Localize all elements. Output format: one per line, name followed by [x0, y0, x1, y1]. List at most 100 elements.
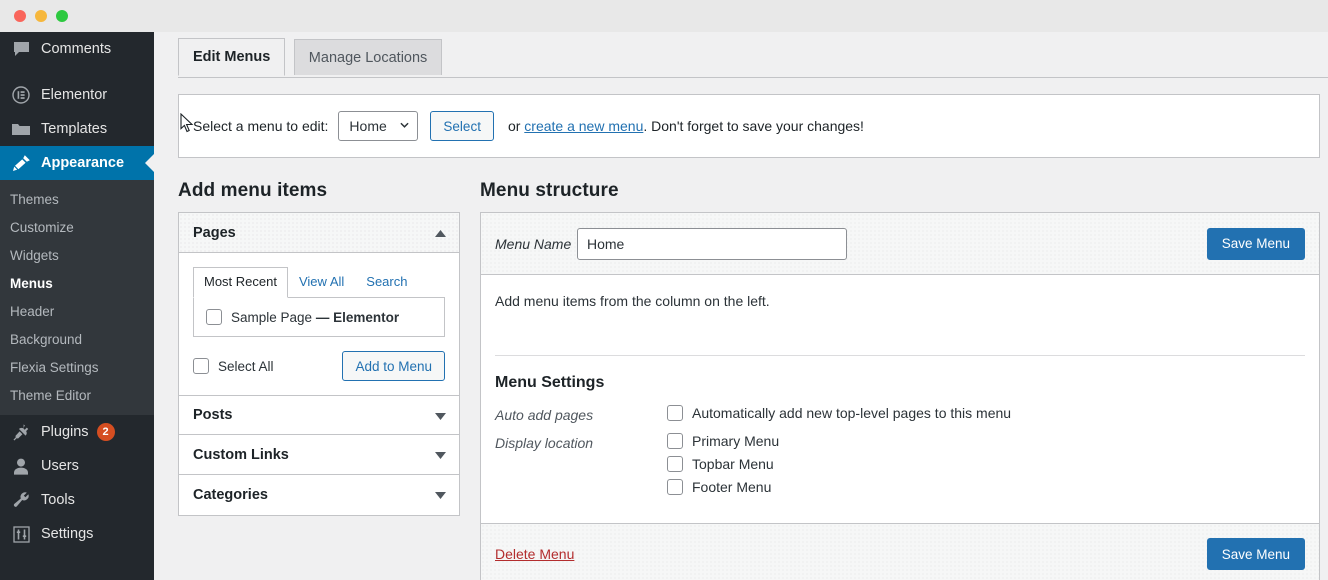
sidebar-item-settings[interactable]: Settings [0, 517, 154, 551]
notice-suffix: . Don't forget to save your changes! [643, 118, 864, 134]
save-menu-button-bottom[interactable]: Save Menu [1206, 538, 1305, 570]
sidebar-item-label: Elementor [41, 87, 108, 103]
pages-tab-most-recent[interactable]: Most Recent [193, 267, 288, 298]
select-all-checkbox[interactable] [193, 358, 209, 374]
location-label: Footer Menu [692, 479, 772, 495]
location-option-footer[interactable]: Footer Menu [667, 479, 779, 495]
elementor-icon [10, 85, 32, 105]
pages-panel-body: Most Recent View All Search Sample Page … [179, 253, 459, 395]
chevron-down-icon[interactable] [435, 452, 446, 459]
add-to-menu-button[interactable]: Add to Menu [342, 351, 445, 381]
sidebar-item-plugins[interactable]: Plugins 2 [0, 415, 154, 449]
pages-list: Sample Page — Elementor [193, 297, 445, 337]
display-location-options: Primary Menu Topbar Menu Footer Menu [667, 433, 779, 495]
sidebar-subitem-themes[interactable]: Themes [0, 185, 154, 213]
sidebar-subitem-theme-editor[interactable]: Theme Editor [0, 381, 154, 409]
menu-name-row: Menu Name Save Menu [481, 213, 1319, 275]
sidebar-subitem-menus[interactable]: Menus [0, 269, 154, 297]
submenu-label: Theme Editor [10, 387, 92, 403]
chevron-up-icon[interactable] [435, 230, 446, 237]
sidebar-item-users[interactable]: Users [0, 449, 154, 483]
auto-add-label: Auto add pages [495, 407, 594, 423]
sidebar-subitem-header[interactable]: Header [0, 297, 154, 325]
pages-tab-view-all[interactable]: View All [288, 267, 355, 297]
list-item[interactable]: Sample Page — Elementor [206, 309, 432, 325]
location-option-primary[interactable]: Primary Menu [667, 433, 779, 449]
sidebar-item-tools[interactable]: Tools [0, 483, 154, 517]
accordion-label: Categories [193, 487, 268, 503]
save-menu-button-top[interactable]: Save Menu [1206, 227, 1305, 260]
sidebar-subitem-background[interactable]: Background [0, 325, 154, 353]
accordion-label: Pages [193, 224, 236, 241]
accordion-header-pages[interactable]: Pages [179, 213, 459, 253]
primary-menu-checkbox[interactable] [667, 433, 683, 449]
tab-edit-menus[interactable]: Edit Menus [178, 38, 286, 76]
tab-manage-locations[interactable]: Manage Locations [293, 39, 443, 75]
submenu-label: Background [10, 331, 83, 347]
close-window-button[interactable] [14, 10, 26, 22]
maximize-window-button[interactable] [56, 10, 68, 22]
minimize-window-button[interactable] [35, 10, 47, 22]
delete-menu-link[interactable]: Delete Menu [495, 546, 574, 562]
sidebar-item-label: Users [41, 458, 79, 474]
add-menu-items-heading: Add menu items [178, 180, 328, 201]
sidebar-item-appearance[interactable]: Appearance [0, 146, 154, 180]
page-suffix-text: — Elementor [312, 309, 400, 325]
appearance-submenu: Themes Customize Widgets Menus Header Ba… [0, 180, 154, 415]
accordion-header-custom-links[interactable]: Custom Links [179, 435, 459, 475]
menu-select[interactable]: Home [338, 111, 419, 141]
chevron-down-icon[interactable] [435, 492, 446, 499]
sidebar-item-label: Tools [41, 492, 75, 508]
sidebar-subitem-customize[interactable]: Customize [0, 213, 154, 241]
notice-or: or [507, 118, 521, 134]
sidebar-item-elementor[interactable]: Elementor [0, 78, 154, 112]
select-all-row[interactable]: Select All [193, 358, 274, 374]
window-controls [14, 10, 68, 22]
create-new-menu-link[interactable]: create a new menu [524, 118, 643, 134]
location-label: Topbar Menu [692, 456, 774, 472]
submenu-label: Customize [10, 219, 74, 235]
sidebar-subitem-widgets[interactable]: Widgets [0, 241, 154, 269]
pages-tab-search[interactable]: Search [355, 267, 418, 297]
sidebar-subitem-flexia-settings[interactable]: Flexia Settings [0, 353, 154, 381]
topbar-menu-checkbox[interactable] [667, 456, 683, 472]
footer-menu-checkbox[interactable] [667, 479, 683, 495]
sidebar-item-label: Templates [41, 121, 108, 137]
select-menu-label: Select a menu to edit: [193, 118, 329, 134]
page-checkbox[interactable] [206, 309, 222, 325]
auto-add-checkbox[interactable] [667, 405, 683, 421]
page-title-text: Sample Page [231, 309, 313, 325]
paintbrush-icon [10, 153, 32, 173]
menu-select-wrapper: Home [338, 111, 419, 141]
admin-sidebar: Comments Elementor Templates Appearance … [0, 32, 154, 580]
display-location-label: Display location [495, 435, 594, 451]
sidebar-item-comments[interactable]: Comments [0, 32, 154, 66]
sidebar-item-label: Plugins [41, 424, 89, 440]
add-menu-items-column: Add menu items Pages Most Recent View Al… [178, 180, 460, 580]
location-option-topbar[interactable]: Topbar Menu [667, 456, 779, 472]
pages-panel-tabs: Most Recent View All Search [193, 267, 445, 298]
sidebar-item-label: Comments [41, 41, 112, 57]
chevron-down-icon[interactable] [435, 413, 446, 420]
select-menu-button[interactable]: Select [430, 111, 494, 141]
menu-structure-panel: Menu Name Save Menu Add menu items from … [480, 212, 1320, 580]
auto-add-option-label: Automatically add new top-level pages to… [692, 405, 1012, 421]
sidebar-item-templates[interactable]: Templates [0, 112, 154, 146]
user-icon [10, 456, 32, 476]
auto-add-option-row[interactable]: Automatically add new top-level pages to… [667, 405, 1011, 421]
menu-name-label: Menu Name [495, 235, 572, 252]
add-items-accordion: Pages Most Recent View All Search Sample… [178, 212, 460, 516]
comment-icon [10, 39, 32, 59]
location-label: Primary Menu [692, 433, 780, 449]
accordion-header-categories[interactable]: Categories [179, 475, 459, 515]
browser-window: Comments Elementor Templates Appearance … [0, 0, 1328, 580]
menu-settings-heading: Menu Settings [495, 374, 605, 391]
menu-name-input[interactable] [577, 227, 847, 260]
sidebar-item-label: Settings [41, 526, 94, 542]
menu-items-area: Add menu items from the column on the le… [481, 275, 1319, 356]
accordion-header-posts[interactable]: Posts [179, 395, 459, 435]
select-all-label: Select All [218, 358, 274, 374]
folder-icon [10, 119, 32, 139]
plugins-update-badge: 2 [96, 423, 115, 441]
mouse-cursor [180, 113, 194, 133]
